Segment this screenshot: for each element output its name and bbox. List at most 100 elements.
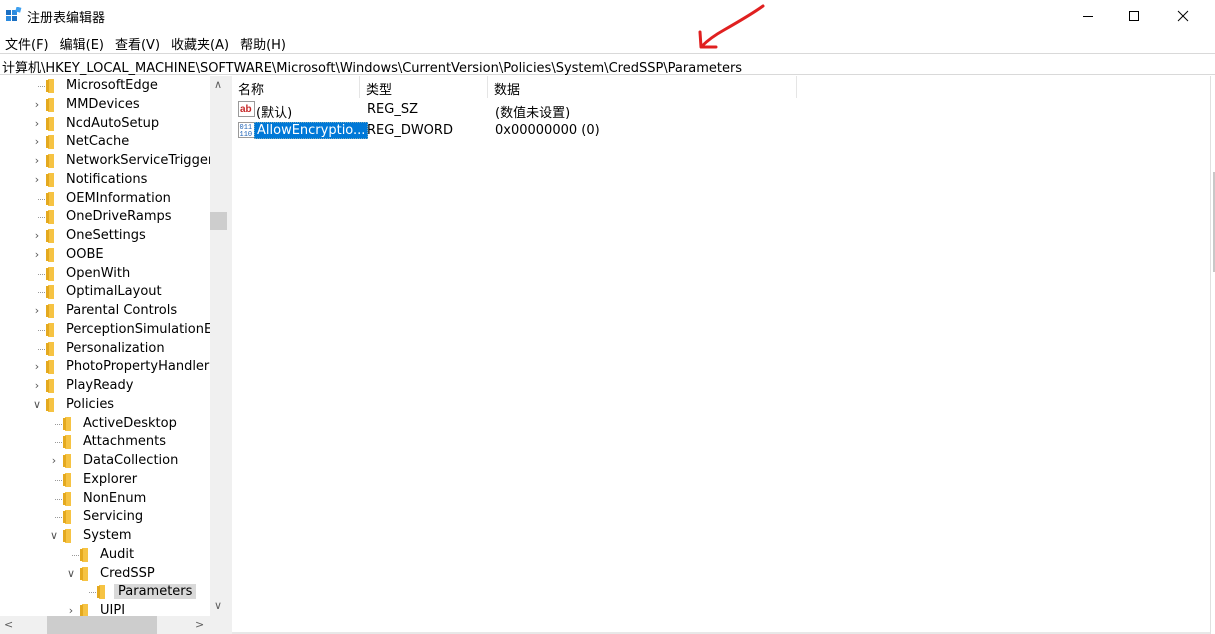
tree-item-label: CredSSP: [100, 565, 155, 581]
maximize-icon: [1129, 10, 1139, 21]
value-name-selected[interactable]: AllowEncryptio...: [254, 122, 369, 139]
value-list: 名称 类型 数据 ab (默认) REG_SZ (数值未设置) 011 110 …: [232, 76, 1210, 634]
tree-item[interactable]: OptimalLayout: [0, 283, 210, 302]
chevron-right-icon[interactable]: ›: [32, 248, 42, 261]
chevron-right-icon[interactable]: ›: [32, 155, 42, 167]
column-header-data[interactable]: 数据: [488, 76, 797, 98]
tree-item-label: OneSettings: [66, 228, 146, 243]
tree-item[interactable]: Attachments: [0, 433, 210, 452]
tree-item[interactable]: › MMDevices: [0, 96, 210, 115]
address-path[interactable]: 计算机\HKEY_LOCAL_MACHINE\SOFTWARE\Microsof…: [2, 57, 742, 76]
column-header-type[interactable]: 类型: [360, 76, 488, 98]
scroll-right-icon[interactable]: >: [195, 619, 204, 631]
tree-vertical-scrollbar[interactable]: ∧ ∨: [210, 76, 227, 616]
tree-connector: [38, 292, 45, 294]
tree-item[interactable]: ∨ CredSSP: [0, 565, 210, 584]
folder-icon: [63, 435, 71, 450]
scroll-up-icon[interactable]: ∧: [214, 79, 222, 91]
tree-item-label: NonEnum: [83, 490, 147, 506]
value-row[interactable]: 011 110 AllowEncryptio... REG_DWORD 0x00…: [232, 121, 792, 140]
tree-connector: [55, 423, 62, 425]
tree-item[interactable]: OpenWith: [0, 265, 210, 284]
tree-connector: [38, 198, 45, 200]
folder-icon: [80, 566, 88, 581]
folder-icon: [46, 154, 54, 168]
chevron-right-icon[interactable]: ›: [32, 136, 42, 148]
value-data: 0x00000000 (0): [495, 123, 600, 138]
value-data: (数值未设置): [495, 106, 571, 121]
tree-item[interactable]: › OneSettings: [0, 227, 210, 246]
folder-icon: [46, 172, 54, 187]
tree-item[interactable]: › NetCache: [0, 133, 210, 152]
tree-item[interactable]: Parameters: [0, 583, 210, 602]
tree-horizontal-scroll-thumb[interactable]: [47, 616, 157, 634]
menu-edit[interactable]: 编辑(E): [55, 31, 110, 53]
tree-item[interactable]: ∨ System: [0, 527, 210, 546]
maximize-button[interactable]: [1111, 0, 1157, 31]
tree-item[interactable]: › Notifications: [0, 171, 210, 190]
tree-item[interactable]: › NetworkServiceTriggers: [0, 152, 220, 171]
menu-help[interactable]: 帮助(H): [235, 31, 292, 53]
column-header-name[interactable]: 名称: [232, 76, 360, 98]
tree-item[interactable]: NonEnum: [0, 490, 210, 509]
address-bar[interactable]: 计算机\HKEY_LOCAL_MACHINE\SOFTWARE\Microsof…: [0, 53, 1215, 76]
scroll-left-icon[interactable]: <: [4, 619, 13, 631]
menu-bar: 文件(F) 编辑(E) 查看(V) 收藏夹(A) 帮助(H): [0, 31, 292, 53]
value-type: REG_SZ: [367, 102, 418, 117]
chevron-down-icon[interactable]: ∨: [49, 530, 59, 542]
tree-vertical-scroll-thumb[interactable]: [210, 212, 227, 230]
tree-item[interactable]: OEMInformation: [0, 190, 210, 209]
tree-item[interactable]: › DataCollection: [0, 452, 210, 471]
folder-icon: [97, 585, 105, 600]
chevron-right-icon[interactable]: ›: [32, 230, 42, 242]
menu-favorites[interactable]: 收藏夹(A): [166, 31, 235, 53]
folder-icon: [46, 341, 54, 356]
tree-item[interactable]: › Parental Controls: [0, 302, 210, 321]
chevron-right-icon[interactable]: ›: [32, 117, 42, 130]
tree-item[interactable]: Personalization: [0, 340, 210, 359]
chevron-right-icon[interactable]: ›: [49, 455, 59, 467]
tree-item[interactable]: PerceptionSimulationExtensions: [0, 321, 227, 340]
tree-item[interactable]: ActiveDesktop: [0, 415, 210, 434]
tree-item-label: PerceptionSimulationExtensions: [66, 321, 227, 337]
folder-icon: [46, 97, 54, 112]
tree-item[interactable]: Audit: [0, 546, 210, 565]
tree-horizontal-scrollbar[interactable]: < >: [0, 616, 210, 634]
tree-connector: [55, 498, 62, 500]
chevron-right-icon[interactable]: ›: [32, 98, 42, 111]
tree-item-label: Policies: [66, 396, 115, 412]
tree-item[interactable]: › PhotoPropertyHandler: [0, 358, 210, 377]
tree-connector: [38, 273, 45, 275]
minimize-button[interactable]: [1065, 0, 1111, 31]
value-row[interactable]: ab (默认) REG_SZ (数值未设置): [232, 100, 792, 121]
tree-connector: [55, 479, 62, 481]
tree-item[interactable]: › PlayReady: [0, 377, 210, 396]
right-scrollbar-edge[interactable]: [1210, 76, 1215, 634]
chevron-right-icon[interactable]: ›: [32, 361, 42, 373]
chevron-down-icon[interactable]: ∨: [32, 398, 42, 411]
chevron-down-icon[interactable]: ∨: [66, 567, 76, 580]
close-button[interactable]: [1160, 0, 1206, 31]
folder-icon: [46, 247, 54, 262]
svg-text:110: 110: [240, 131, 253, 138]
tree-item[interactable]: Servicing: [0, 508, 210, 527]
tree-connector: [38, 86, 45, 87]
tree-item-label: Notifications: [66, 171, 148, 187]
tree-item[interactable]: Explorer: [0, 471, 210, 490]
tree-item[interactable]: OneDriveRamps: [0, 208, 210, 227]
tree-item-label: Explorer: [83, 471, 138, 487]
scroll-down-icon[interactable]: ∨: [214, 600, 222, 612]
tree-item[interactable]: › NcdAutoSetup: [0, 115, 210, 134]
menu-view[interactable]: 查看(V): [110, 31, 166, 53]
chevron-right-icon[interactable]: ›: [32, 173, 42, 186]
menu-file[interactable]: 文件(F): [0, 31, 55, 53]
tree-item[interactable]: ∨ Policies: [0, 396, 210, 415]
tree-item[interactable]: MicrosoftEdge: [0, 77, 210, 96]
chevron-right-icon[interactable]: ›: [32, 380, 42, 392]
chevron-right-icon[interactable]: ›: [32, 305, 42, 317]
tree-item-label: NetworkServiceTriggers: [66, 153, 220, 168]
tree-item-label: OEMInformation: [66, 190, 171, 206]
svg-text:ab: ab: [240, 104, 252, 115]
tree-item[interactable]: › OOBE: [0, 246, 210, 265]
title-bar: 注册表编辑器: [0, 0, 1215, 31]
